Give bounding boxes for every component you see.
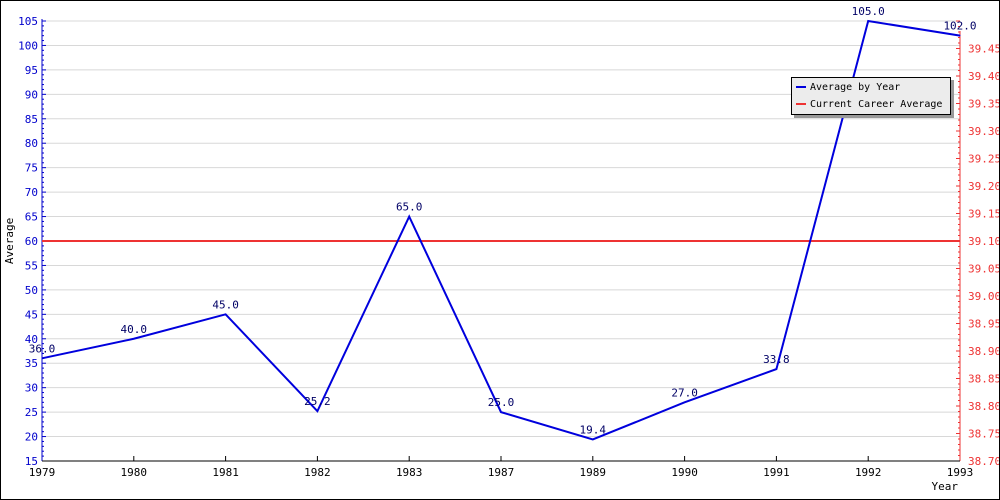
data-label: 102.0 bbox=[943, 20, 976, 33]
y-tick-label: 95 bbox=[25, 64, 38, 77]
data-point bbox=[684, 401, 686, 403]
data-point bbox=[959, 35, 961, 37]
data-label: 27.0 bbox=[671, 386, 698, 399]
y2-tick-label: 39.30 bbox=[968, 125, 1000, 138]
x-tick-label: 1989 bbox=[580, 466, 607, 479]
y-tick-label: 55 bbox=[25, 259, 38, 272]
x-tick-label: 1979 bbox=[29, 466, 56, 479]
y-tick-label: 70 bbox=[25, 186, 38, 199]
y-axis-title: Average bbox=[3, 218, 16, 264]
y2-tick-label: 39.25 bbox=[968, 153, 1000, 166]
y2-tick-label: 39.35 bbox=[968, 98, 1000, 111]
legend-swatch-red bbox=[796, 103, 806, 105]
y-tick-label: 90 bbox=[25, 88, 38, 101]
y2-tick-label: 38.75 bbox=[968, 428, 1000, 441]
data-label: 25.0 bbox=[488, 396, 515, 409]
data-label: 40.0 bbox=[121, 323, 148, 336]
legend-swatch-blue bbox=[796, 86, 806, 88]
y-tick-label: 85 bbox=[25, 113, 38, 126]
data-label: 19.4 bbox=[580, 423, 607, 436]
data-point bbox=[133, 338, 135, 340]
data-label: 33.8 bbox=[763, 353, 790, 366]
legend-label: Current Career Average bbox=[810, 98, 943, 110]
chart-container: 15 20 25 30 35 40 45 50 55 60 65 70 75 80 85 90 95 100 105… bbox=[0, 0, 1000, 500]
legend: Average by Year Current Career Average bbox=[791, 77, 951, 115]
legend-item-average-by-year: Average by Year bbox=[792, 79, 950, 95]
y-tick-label: 20 bbox=[25, 431, 38, 444]
data-point bbox=[500, 411, 502, 413]
y2-tick-label: 39.40 bbox=[968, 70, 1000, 83]
y2-tick-label: 39.45 bbox=[968, 43, 1000, 56]
y2-tick-label: 38.90 bbox=[968, 345, 1000, 358]
data-label: 65.0 bbox=[396, 201, 423, 214]
x-tick-label: 1981 bbox=[212, 466, 239, 479]
y-tick-label: 100 bbox=[18, 39, 38, 52]
x-axis-title: Year bbox=[932, 480, 959, 493]
data-point bbox=[41, 357, 43, 359]
y2-tick-label: 39.15 bbox=[968, 208, 1000, 221]
data-label: 45.0 bbox=[212, 298, 239, 311]
y2-tick-label: 39.05 bbox=[968, 263, 1000, 276]
x-tick-label: 1987 bbox=[488, 466, 515, 479]
data-point bbox=[408, 216, 410, 218]
y2-tick-label: 38.95 bbox=[968, 318, 1000, 331]
data-label: 36.0 bbox=[29, 342, 56, 355]
y-tick-label: 80 bbox=[25, 137, 38, 150]
y2-tick-label: 39.00 bbox=[968, 290, 1000, 303]
data-label: 25.2 bbox=[304, 395, 331, 408]
x-tick-label: 1993 bbox=[947, 466, 974, 479]
y-tick-label: 50 bbox=[25, 284, 38, 297]
data-point bbox=[867, 20, 869, 22]
y-tick-label: 45 bbox=[25, 308, 38, 321]
y2-tick-label: 38.80 bbox=[968, 400, 1000, 413]
line-chart: 1520253035404550556065707580859095100105… bbox=[3, 5, 1000, 493]
legend-item-career-average: Current Career Average bbox=[792, 96, 950, 112]
x-tick-label: 1982 bbox=[304, 466, 331, 479]
y-tick-label: 25 bbox=[25, 406, 38, 419]
data-label: 105.0 bbox=[852, 5, 885, 18]
y-tick-label: 30 bbox=[25, 382, 38, 395]
y2-tick-label: 39.10 bbox=[968, 235, 1000, 248]
legend-label: Average by Year bbox=[810, 81, 901, 93]
x-tick-label: 1980 bbox=[121, 466, 148, 479]
y-tick-label: 65 bbox=[25, 211, 38, 224]
y-tick-label: 75 bbox=[25, 162, 38, 175]
y2-tick-label: 39.20 bbox=[968, 180, 1000, 193]
x-tick-label: 1983 bbox=[396, 466, 423, 479]
y2-tick-label: 38.85 bbox=[968, 373, 1000, 386]
x-tick-label: 1992 bbox=[855, 466, 882, 479]
x-tick-label: 1991 bbox=[763, 466, 790, 479]
y-tick-label: 35 bbox=[25, 357, 38, 370]
data-point bbox=[592, 438, 594, 440]
x-tick-label: 1990 bbox=[671, 466, 698, 479]
y-tick-label: 60 bbox=[25, 235, 38, 248]
data-point bbox=[316, 410, 318, 412]
y-tick-label: 105 bbox=[18, 15, 38, 28]
data-point bbox=[775, 368, 777, 370]
data-point bbox=[225, 313, 227, 315]
